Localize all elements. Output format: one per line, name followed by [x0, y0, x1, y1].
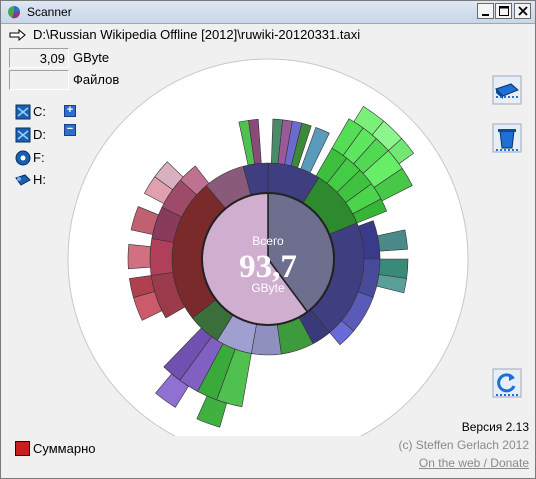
- version-label: Версия 2.13: [461, 420, 529, 434]
- network-drive-icon: [15, 127, 31, 143]
- usb-drive-icon: [15, 174, 31, 186]
- center-unit-label: GByte: [251, 281, 285, 295]
- summary-icon: [15, 441, 30, 456]
- cd-drive-icon: [15, 150, 31, 166]
- trash-button[interactable]: [492, 123, 522, 153]
- app-icon: [8, 6, 21, 19]
- arrow-right-icon: [9, 29, 26, 41]
- title-bar: Scanner: [1, 1, 535, 24]
- sunburst-chart[interactable]: Всего 93,7 GByte: [41, 56, 481, 436]
- network-drive-icon: [15, 104, 31, 120]
- app-window: Scanner D:\Russian Wikipedia Offline [20…: [0, 0, 536, 479]
- maximize-button[interactable]: [495, 3, 512, 19]
- summary-label: Суммарно: [33, 441, 96, 456]
- scan-path: D:\Russian Wikipedia Offline [2012]\ruwi…: [33, 27, 361, 42]
- center-total-value: 93,7: [239, 249, 297, 285]
- web-donate-link[interactable]: On the web / Donate: [381, 456, 529, 470]
- copyright-label: (c) Steffen Gerlach 2012: [398, 438, 529, 452]
- close-button[interactable]: [514, 3, 531, 19]
- drive-open-button[interactable]: [492, 75, 522, 105]
- refresh-button[interactable]: [492, 368, 522, 398]
- center-total-label: Всего: [252, 234, 284, 248]
- sunburst-segment[interactable]: [127, 244, 151, 270]
- minimize-button[interactable]: [477, 3, 494, 19]
- window-title: Scanner: [27, 5, 72, 19]
- sunburst-segment[interactable]: [149, 238, 174, 276]
